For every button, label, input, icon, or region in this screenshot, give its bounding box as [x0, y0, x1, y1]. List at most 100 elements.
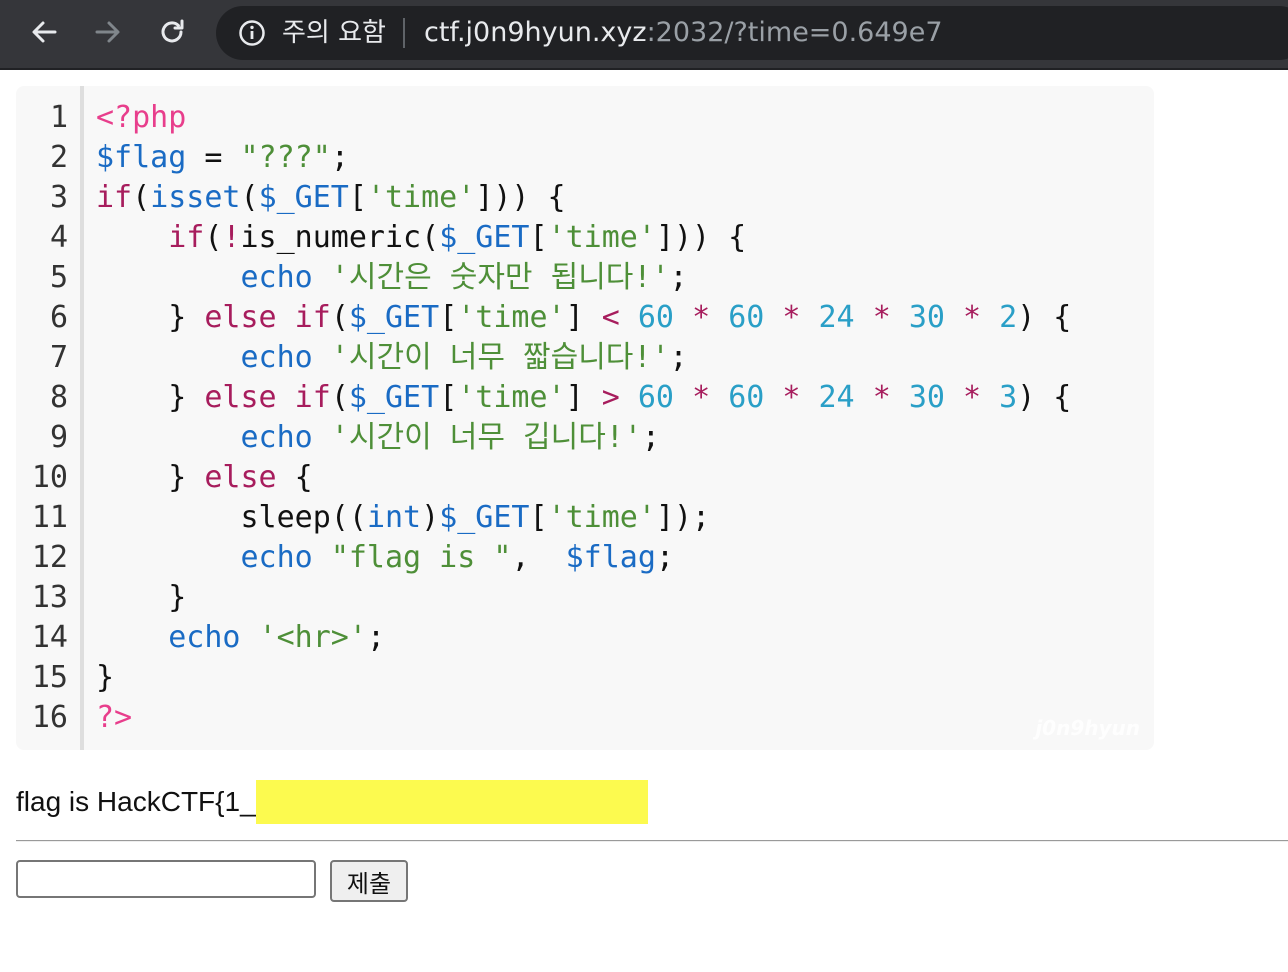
reload-icon — [161, 19, 184, 43]
code-token: int — [366, 500, 422, 535]
code-token: * — [692, 380, 711, 415]
code-line: echo '시간이 너무 짧습니다!'; — [96, 338, 688, 378]
line-number: 10 — [31, 460, 68, 495]
address-bar[interactable]: 주의 요함 ctf.j0n9hyun.xyz:2032/?time=0.649e… — [216, 6, 1288, 60]
code-token: if — [168, 220, 205, 255]
line-number: 11 — [31, 500, 68, 535]
code-token: echo — [240, 540, 313, 575]
code-token: $_GET — [439, 220, 530, 255]
line-number: 1 — [49, 100, 68, 135]
code-token: [ — [439, 300, 458, 335]
reload-button[interactable] — [150, 10, 194, 54]
code-line: echo '시간은 숫자만 됩니다!'; — [96, 258, 688, 298]
address-separator — [403, 18, 405, 48]
line-number: 12 — [31, 540, 68, 575]
code-token: "???" — [240, 140, 331, 175]
code-token: $_GET — [258, 180, 349, 215]
code-token: ! — [222, 220, 241, 255]
line-number: 8 — [49, 380, 68, 415]
time-input[interactable] — [16, 860, 316, 898]
code-token: else — [204, 460, 277, 495]
code-line: } — [96, 578, 186, 618]
line-number: 15 — [31, 660, 68, 695]
code-line: echo '시간이 너무 깁니다!'; — [96, 418, 660, 458]
code-token: ])) { — [655, 220, 747, 255]
code-token: 60 — [637, 300, 674, 335]
code-token: > — [601, 380, 620, 415]
code-token: sleep(( — [96, 500, 367, 535]
code-token: 3 — [999, 380, 1018, 415]
code-token: ; — [366, 620, 385, 655]
code-token: 2 — [999, 300, 1018, 335]
code-token: ( — [204, 220, 223, 255]
horizontal-rule — [16, 840, 1288, 842]
code-token: * — [872, 380, 891, 415]
code-token: '시간이 너무 짧습니다!' — [330, 340, 670, 375]
code-token: 30 — [908, 300, 945, 335]
line-number: 9 — [49, 420, 68, 455]
code-token: < — [601, 300, 620, 335]
line-number: 16 — [31, 700, 68, 735]
line-number: 2 — [49, 140, 68, 175]
code-token: 60 — [728, 380, 765, 415]
back-button[interactable] — [22, 10, 66, 54]
code-token: ?> — [96, 700, 133, 735]
code-token: ; — [641, 420, 660, 455]
line-number: 6 — [49, 300, 68, 335]
line-number: 7 — [49, 340, 68, 375]
code-token: [ — [529, 500, 548, 535]
code-token: } — [96, 660, 115, 695]
info-icon[interactable] — [238, 19, 266, 47]
code-token: ; — [655, 540, 674, 575]
code-line: echo '<hr>'; — [96, 618, 385, 658]
code-line: } else if($_GET['time'] < 60 * 60 * 24 *… — [96, 298, 1071, 338]
code-token: 'time' — [366, 180, 476, 215]
forward-button[interactable] — [86, 10, 130, 54]
line-number: 14 — [31, 620, 68, 655]
code-token: ) { — [1017, 300, 1072, 335]
code-token: '시간은 숫자만 됩니다!' — [330, 260, 670, 295]
code-token: else if — [204, 300, 331, 335]
code-token: echo — [240, 420, 313, 455]
code-token: ) { — [1017, 380, 1072, 415]
code-token: [ — [439, 380, 458, 415]
security-warning-label[interactable]: 주의 요함 — [282, 6, 386, 60]
code-token: } — [96, 460, 205, 495]
code-token: * — [872, 300, 891, 335]
code-token: ; — [669, 340, 688, 375]
code-token: else if — [204, 380, 331, 415]
code-line: sleep((int)$_GET['time']); — [96, 498, 710, 538]
code-token: = — [186, 140, 241, 175]
code-token: "flag is " — [330, 540, 512, 575]
submit-button[interactable]: 제출 — [330, 860, 408, 902]
code-line: } — [96, 658, 114, 698]
code-line: if(isset($_GET['time'])) { — [96, 178, 566, 218]
code-token: $_GET — [348, 380, 440, 415]
line-number: 4 — [49, 220, 68, 255]
code-token: 24 — [818, 300, 855, 335]
code-token: ; — [669, 260, 688, 295]
code-token: '<hr>' — [258, 620, 367, 655]
url-text[interactable]: ctf.j0n9hyun.xyz:2032/?time=0.649e7 — [424, 6, 943, 60]
code-token: <?php — [96, 100, 187, 135]
code-token: 24 — [818, 380, 855, 415]
source-code-block: 1 2 3 4 5 6 7 8 9 10 11 12 13 14 15 16 <?php $flag = "??… — [16, 86, 1154, 750]
code-token: ) — [421, 500, 440, 535]
